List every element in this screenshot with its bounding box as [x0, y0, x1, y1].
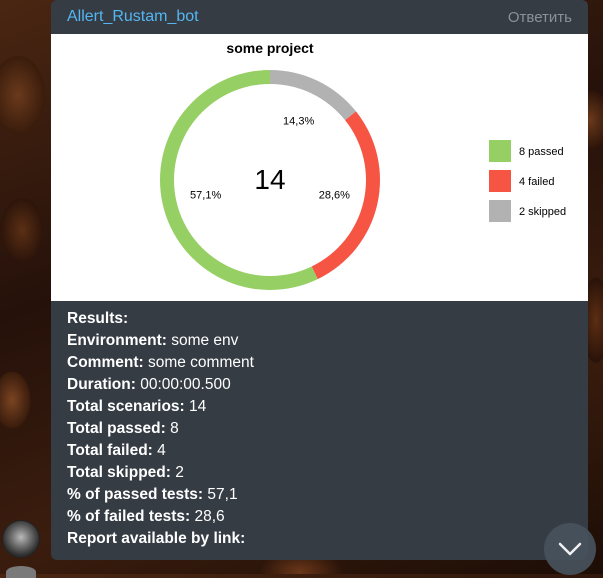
result-row: Duration: 00:00:00.500 — [67, 374, 572, 396]
result-value: 14 — [184, 398, 207, 415]
legend-label: 2 skipped — [519, 206, 566, 218]
result-row: % of passed tests: 57,1 — [67, 484, 572, 506]
donut-chart: some project 14 14,3% 28,6% 57,1% 8 passed… — [160, 40, 566, 290]
legend-label: 4 failed — [519, 176, 554, 188]
result-value: 8 — [165, 420, 179, 437]
legend-label: 8 passed — [519, 146, 564, 158]
slice-percent-label: 28,6% — [319, 190, 350, 202]
result-key: Report available by link: — [67, 530, 246, 547]
result-row: Total scenarios: 14 — [67, 396, 572, 418]
message-header: Allert_Rustam_bot Ответить — [51, 0, 588, 34]
result-row: Total passed: 8 — [67, 418, 572, 440]
result-key: Environment: — [67, 332, 167, 349]
result-row: Total skipped: 2 — [67, 462, 572, 484]
result-value: 57,1 — [203, 486, 238, 503]
result-row: Comment: some comment — [67, 352, 572, 374]
result-value: some env — [166, 332, 239, 349]
result-row: Report available by link: — [67, 528, 572, 550]
slice-passed — [160, 70, 318, 290]
result-key: Comment: — [67, 354, 144, 371]
legend-swatch — [489, 170, 511, 192]
result-key: % of passed tests: — [67, 486, 204, 503]
chart-image[interactable]: some project 14 14,3% 28,6% 57,1% 8 passed… — [51, 34, 588, 301]
chevron-down-icon — [558, 542, 582, 556]
legend-swatch — [489, 200, 511, 222]
message-bubble: Allert_Rustam_bot Ответить some project … — [51, 0, 588, 560]
result-key: Total passed: — [67, 420, 166, 437]
results-text: Results: Environment: some env Comment: s… — [67, 308, 572, 550]
result-key: Duration: — [67, 376, 136, 393]
avatar[interactable] — [2, 520, 40, 558]
result-value: 4 — [152, 442, 166, 459]
results-heading: Results: — [67, 310, 129, 327]
reply-button[interactable]: Ответить — [508, 9, 572, 26]
slice-percent-label: 57,1% — [190, 190, 221, 202]
result-row: Environment: some env — [67, 330, 572, 352]
avatar[interactable] — [6, 566, 36, 578]
result-key: % of failed tests: — [67, 508, 191, 525]
center-total-label: 14 — [254, 164, 285, 195]
result-key: Total failed: — [67, 442, 153, 459]
legend-swatch — [489, 140, 511, 162]
result-key: Total skipped: — [67, 464, 171, 481]
result-value: 00:00:00.500 — [135, 376, 231, 393]
scroll-down-button[interactable] — [544, 523, 596, 575]
result-key: Total scenarios: — [67, 398, 185, 415]
result-value: 2 — [170, 464, 184, 481]
chart-title: some project — [226, 40, 313, 56]
slice-percent-label: 14,3% — [283, 116, 314, 128]
slice-skipped — [270, 70, 357, 121]
result-row: % of failed tests: 28,6 — [67, 506, 572, 528]
result-row: Total failed: 4 — [67, 440, 572, 462]
result-value: 28,6 — [190, 508, 225, 525]
result-value: some comment — [143, 354, 254, 371]
bot-name[interactable]: Allert_Rustam_bot — [67, 8, 199, 26]
